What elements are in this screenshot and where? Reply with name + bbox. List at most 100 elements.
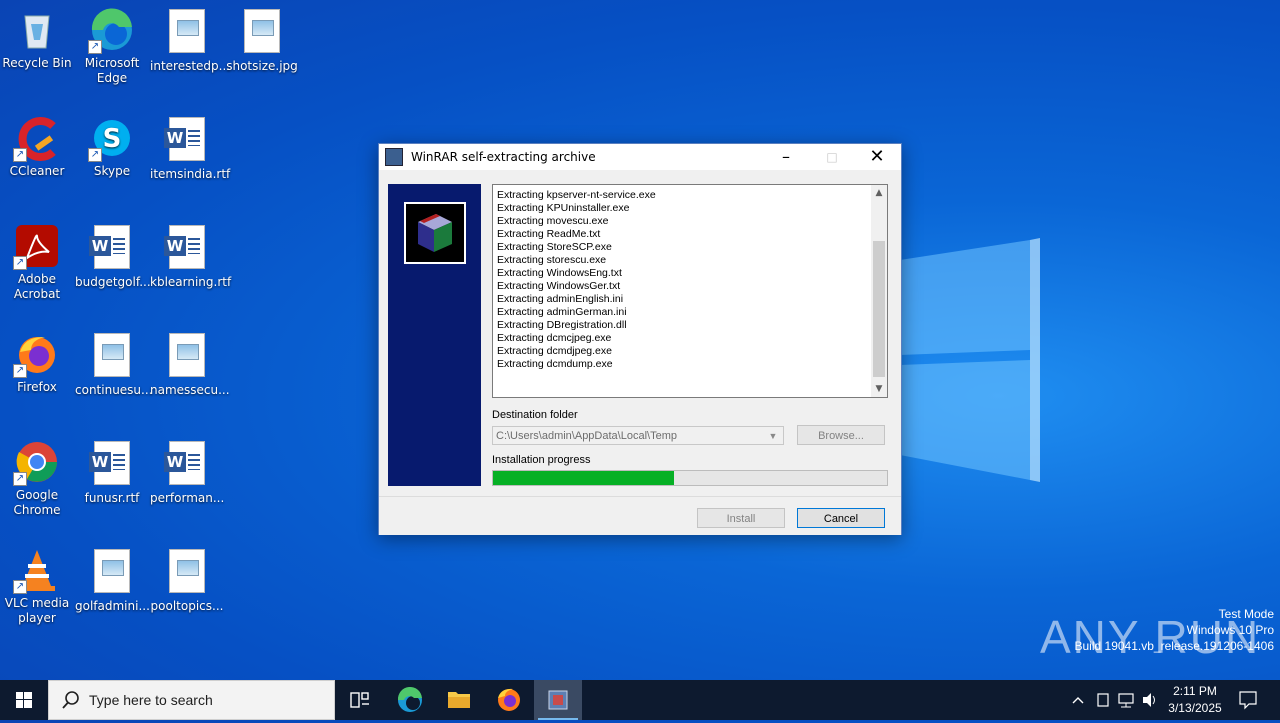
desktop-icon[interactable]: shotsize.jpg [225, 6, 299, 74]
image-file-icon [163, 549, 211, 597]
desktop-icon[interactable]: Wkblearning.rtf [150, 222, 232, 290]
desktop-icon[interactable]: interestedp... [150, 6, 231, 74]
volume-icon[interactable] [1140, 680, 1160, 720]
desktop-icon[interactable]: Recycle Bin [0, 6, 74, 71]
desktop-icon-label: itemsindia.rtf [150, 167, 231, 181]
taskbar-winrar-sfx[interactable] [534, 680, 582, 720]
shield-tray-icon[interactable] [1094, 680, 1112, 720]
word-file-icon: W [88, 225, 136, 273]
shortcut-arrow-icon: ↗ [13, 580, 27, 594]
shortcut-arrow-icon: ↗ [13, 256, 27, 270]
desktop-icon[interactable]: S ↗ Skype [75, 114, 149, 179]
log-line: Extracting kpserver-nt-service.exe [497, 189, 656, 201]
chevron-up-icon[interactable] [1068, 680, 1088, 720]
word-file-icon: W [163, 441, 211, 489]
taskbar-clock[interactable]: 2:11 PM 3/13/2025 [1162, 683, 1228, 717]
dialog-title: WinRAR self-extracting archive [411, 150, 596, 164]
taskbar-edge[interactable] [386, 680, 434, 720]
desktop-icon-label: VLC media player [4, 596, 70, 625]
desktop-icon-label: golfadmini... [75, 599, 150, 613]
notification-icon[interactable] [1236, 680, 1260, 720]
image-file-icon [163, 333, 211, 381]
winrar-icon [385, 148, 403, 166]
edge-icon: ↗ [88, 6, 136, 54]
network-icon[interactable] [1116, 680, 1136, 720]
maximize-button: □ [826, 150, 838, 164]
cancel-button[interactable]: Cancel [797, 508, 885, 528]
shortcut-arrow-icon: ↗ [13, 364, 27, 378]
title-bar[interactable]: WinRAR self-extracting archive – □ ✕ [379, 144, 901, 170]
destination-folder-label: Destination folder [492, 409, 578, 421]
taskbar-file-explorer[interactable] [435, 680, 483, 720]
desktop-icon-label: Adobe Acrobat [13, 272, 61, 301]
log-line: Extracting StoreSCP.exe [497, 241, 612, 253]
scroll-up-icon[interactable]: ▲ [871, 185, 887, 201]
desktop-icon-label: Recycle Bin [2, 56, 72, 70]
desktop-icon-label: continuesu... [75, 383, 153, 397]
desktop-icon-label: pooltopics... [150, 599, 224, 613]
recycle-bin-icon [13, 6, 61, 54]
desktop-icon-label: kblearning.rtf [150, 275, 232, 289]
windows-start-icon [16, 692, 32, 708]
desktop-icon-label: Microsoft Edge [84, 56, 140, 85]
image-file-icon [238, 9, 286, 57]
desktop-icon[interactable]: ↗ Adobe Acrobat [0, 222, 74, 302]
log-line: Extracting DBregistration.dll [497, 319, 627, 331]
folder-icon [448, 692, 470, 708]
task-view-icon [350, 692, 369, 708]
shortcut-arrow-icon: ↗ [88, 148, 102, 162]
scroll-thumb[interactable] [873, 241, 885, 377]
install-button: Install [697, 508, 785, 528]
desktop-icon[interactable]: continuesu... [75, 330, 153, 398]
archive-logo-icon [404, 202, 466, 264]
watermark-line-3: Build 19041.vb_release.191206-1406 [1074, 639, 1275, 653]
desktop-icon[interactable]: Wfunusr.rtf [75, 438, 149, 506]
desktop-icon[interactable]: namessecu... [150, 330, 230, 398]
desktop-icon-label: namessecu... [150, 383, 230, 397]
ccleaner-icon: ↗ [13, 114, 61, 162]
image-file-icon [163, 9, 211, 57]
winrar-sfx-dialog: WinRAR self-extracting archive – □ ✕ Ext… [378, 143, 902, 535]
desktop-icon-label: Skype [93, 164, 131, 178]
start-button[interactable] [0, 680, 48, 720]
progress-fill [493, 471, 675, 485]
desktop-icon[interactable]: pooltopics... [150, 546, 224, 614]
shortcut-arrow-icon: ↗ [13, 148, 27, 162]
clock-time: 2:11 PM [1173, 684, 1217, 698]
taskbar-firefox[interactable] [485, 680, 533, 720]
close-button[interactable]: ✕ [854, 144, 900, 170]
desktop-icon[interactable]: Witemsindia.rtf [150, 114, 231, 182]
desktop-icon[interactable]: Wbudgetgolf... [75, 222, 151, 290]
winrar-icon [548, 690, 568, 710]
windows-logo-wallpaper [900, 238, 1040, 482]
desktop-icon[interactable]: ↗ Google Chrome [0, 438, 74, 518]
extraction-log[interactable]: Extracting kpserver-nt-service.exe Extrac… [492, 184, 888, 398]
minimize-button[interactable]: – [763, 144, 809, 170]
chrome-icon: ↗ [13, 438, 61, 486]
desktop-icon[interactable]: ↗ Microsoft Edge [75, 6, 149, 86]
log-scrollbar[interactable]: ▲ ▼ [871, 185, 887, 397]
scroll-down-icon[interactable]: ▼ [871, 381, 887, 397]
word-file-icon: W [88, 441, 136, 489]
dialog-button-bar: Install Cancel [379, 496, 901, 535]
log-line: Extracting dcmcjpeg.exe [497, 332, 612, 344]
browse-button: Browse... [797, 425, 885, 445]
chevron-down-icon: ▼ [768, 431, 778, 441]
clock-date: 3/13/2025 [1168, 701, 1222, 715]
taskbar-search-box[interactable]: Type here to search [48, 680, 335, 720]
desktop-icon[interactable]: golfadmini... [75, 546, 150, 614]
desktop-icon-label: interestedp... [150, 59, 231, 73]
log-line: Extracting WindowsEng.txt [497, 267, 622, 279]
installation-progress-label: Installation progress [492, 454, 591, 466]
desktop-icon-label: CCleaner [9, 164, 65, 178]
firefox-icon [498, 688, 520, 711]
shortcut-arrow-icon: ↗ [13, 472, 27, 486]
desktop-icon[interactable]: ↗ Firefox [0, 330, 74, 395]
desktop-icon[interactable]: Wperforman... [150, 438, 224, 506]
task-view-button[interactable] [336, 680, 384, 720]
desktop-icon[interactable]: ↗ VLC media player [0, 546, 74, 626]
desktop-icon[interactable]: ↗ CCleaner [0, 114, 74, 179]
sfx-banner [388, 184, 481, 486]
watermark-line-2: Windows 10 Pro [1186, 623, 1274, 637]
svg-text:S: S [103, 124, 122, 154]
